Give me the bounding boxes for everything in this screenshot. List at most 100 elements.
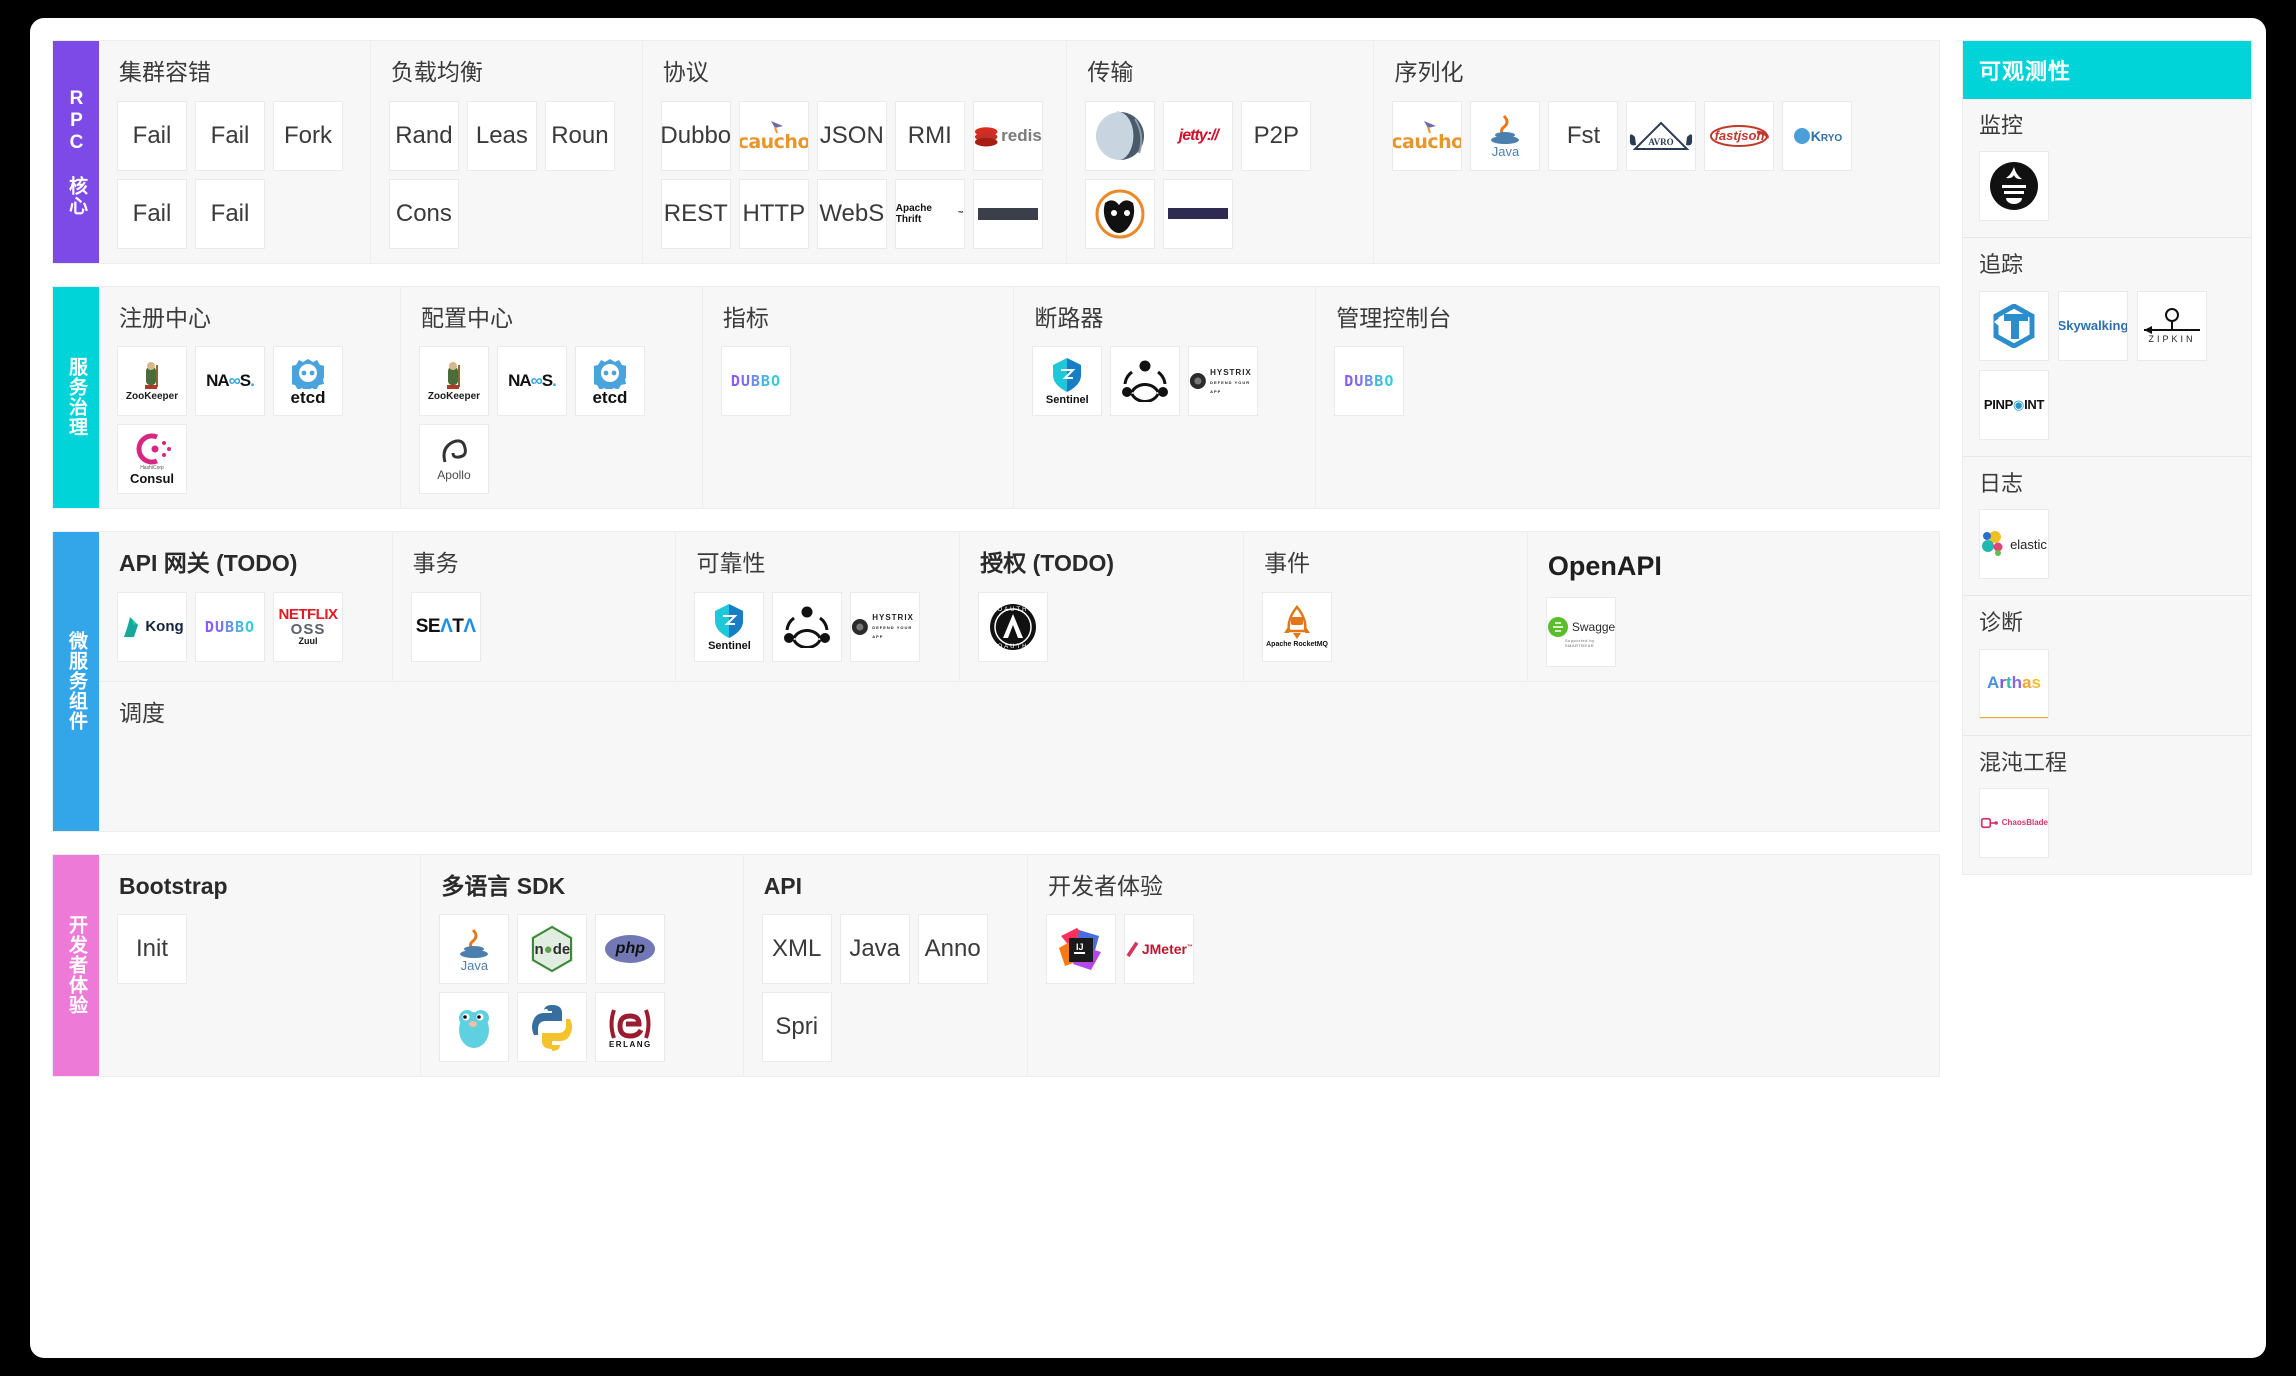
pinpoint-tracing-tile[interactable]: PINP◉INT (1979, 370, 2049, 440)
etcd-registry-tile[interactable]: etcd (273, 346, 343, 416)
apollo-config-tile[interactable]: Apollo (419, 424, 489, 494)
failsafe-tile[interactable]: Fail (117, 179, 187, 249)
jetty-transport-tile[interactable]: jetty:// (1163, 101, 1233, 171)
column-title: 事件 (1264, 550, 1509, 578)
column-title: Bootstrap (119, 873, 402, 901)
jmeter-devexp-tile[interactable]: JMeter™ (1124, 914, 1194, 984)
nacos-registry-tile[interactable]: NA∞S. (195, 346, 265, 416)
websocket-protocol-tile[interactable]: WebS (817, 179, 887, 249)
tile-grid: Sentinel HYSTRIXDEFEND YOUR APP (694, 592, 941, 662)
go-sdk-tile[interactable] (439, 992, 509, 1062)
annotation-api-tile[interactable]: Anno (918, 914, 988, 984)
fastjson-serialization-tile[interactable]: fastjson (1704, 101, 1774, 171)
avro-serialization-tile[interactable]: AVRO (1626, 101, 1696, 171)
python-sdk-tile[interactable] (517, 992, 587, 1062)
failover-tile[interactable]: Fail (117, 101, 187, 171)
elastic-logging-tile[interactable]: elastic (1979, 509, 2049, 579)
tile-label: Dubbo (661, 124, 731, 148)
xml-api-tile[interactable]: XML (762, 914, 832, 984)
grizzly-transport-tile[interactable] (1163, 179, 1233, 249)
column-title: 可靠性 (696, 550, 941, 578)
subrow-调度: 调度 (99, 681, 1939, 831)
springboot-api-tile[interactable]: Spri (762, 992, 832, 1062)
column-API 网关 (TODO): API 网关 (TODO)KongDUBBONETFLIXOSSZuul (99, 532, 392, 680)
dubbo-metrics-tile[interactable]: DUBBO (721, 346, 791, 416)
resilience4j-circuitbreaker-tile[interactable] (1110, 346, 1180, 416)
init-bootstrap-tile[interactable]: Init (117, 914, 187, 984)
tile-label: Spri (775, 1015, 818, 1039)
redis-protocol-tile[interactable]: redis (973, 101, 1043, 171)
zookeeper-config-tile[interactable]: ZooKeeper (419, 346, 489, 416)
column-title: 协议 (663, 59, 1049, 87)
chaosblade-chaos-tile[interactable]: ChaosBlade (1979, 788, 2049, 858)
svg-text:AVRO: AVRO (1649, 137, 1674, 147)
skywalking-tracing-tile[interactable]: Skywalking (2058, 291, 2128, 361)
tile-grid: ZooKeeperNA∞S.etcd HashiCorpConsul (117, 346, 382, 494)
roundrobin-lb-tile[interactable]: Roun (545, 101, 615, 171)
resilience4j-reliability-tile[interactable] (772, 592, 842, 662)
thrift-protocol-tile[interactable]: Apache Thrift™ (895, 179, 965, 249)
tile-label: Java (849, 937, 900, 961)
consul-registry-tile[interactable]: HashiCorpConsul (117, 424, 187, 494)
tile-label: RMI (908, 124, 952, 148)
failfast-tile[interactable]: Fail (195, 101, 265, 171)
javaapi-tile[interactable]: Java (840, 914, 910, 984)
avro-protocol-tile[interactable] (973, 179, 1043, 249)
leastactive-lb-tile[interactable]: Leas (467, 101, 537, 171)
intellij-devexp-tile[interactable]: IJ (1046, 914, 1116, 984)
band-microservice-components: 微服务组件API 网关 (TODO)KongDUBBONETFLIXOSSZuu… (52, 531, 1940, 831)
sentinel-reliability-tile[interactable]: Sentinel (694, 592, 764, 662)
seata-transaction-tile[interactable]: SEΛTΛ (411, 592, 481, 662)
netty-transport-tile[interactable] (1085, 101, 1155, 171)
http-protocol-tile[interactable]: HTTP (739, 179, 809, 249)
band-label-developer-experience: 开发者体验 (53, 855, 99, 1077)
column-title: 断路器 (1034, 305, 1297, 333)
swagger-openapi-tile[interactable]: Swagger.Supported by SMARTBEAR (1546, 597, 1616, 667)
erlang-sdk-tile[interactable]: ERLANG (595, 992, 665, 1062)
forking-tile[interactable]: Fork (273, 101, 343, 171)
svg-text:OAUTH: OAUTH (998, 607, 1029, 613)
tile-grid: Arthas (1979, 649, 2235, 719)
dubbo-protocol-tile[interactable]: Dubbo (661, 101, 731, 171)
oauth-authorization-tile[interactable]: OAUTHOAUTH (978, 592, 1048, 662)
rocketmq-event-tile[interactable]: Apache RocketMQ (1262, 592, 1332, 662)
php-sdk-tile[interactable]: php (595, 914, 665, 984)
column-授权 (TODO): 授权 (TODO)OAUTHOAUTH (959, 532, 1243, 680)
column-负载均衡: 负载均衡RandLeasRounCons (370, 41, 642, 263)
column-title: 传输 (1087, 59, 1355, 87)
kryo-serialization-tile[interactable]: Kryo (1782, 101, 1852, 171)
zuul-gateway-tile[interactable]: NETFLIXOSSZuul (273, 592, 343, 662)
arthas-diagnostics-tile[interactable]: Arthas (1979, 649, 2049, 719)
failback-tile[interactable]: Fail (195, 179, 265, 249)
sentinel-circuitbreaker-tile[interactable]: Sentinel (1032, 346, 1102, 416)
zipkin-tracing-tile[interactable]: ZIPKIN (2137, 291, 2207, 361)
main-bands: RPC 核心集群容错FailFailForkFailFail负载均衡RandLe… (52, 40, 1940, 1099)
java-sdk-tile[interactable]: Java (439, 914, 509, 984)
rest-protocol-tile[interactable]: REST (661, 179, 731, 249)
sidebar-section-诊断: 诊断Arthas (1963, 596, 2251, 735)
tile-label: HTTP (742, 202, 805, 226)
dubbo-admin-tile[interactable]: DUBBO (1334, 346, 1404, 416)
hystrix-circuitbreaker-tile[interactable]: HYSTRIXDEFEND YOUR APP (1188, 346, 1258, 416)
prometheus-monitoring-tile[interactable] (1979, 151, 2049, 221)
band-rpc-core: RPC 核心集群容错FailFailForkFailFail负载均衡RandLe… (52, 40, 1940, 264)
etcd-config-tile[interactable]: etcd (575, 346, 645, 416)
nodejs-sdk-tile[interactable]: n●de (517, 914, 587, 984)
p2p-transport-tile[interactable]: P2P (1241, 101, 1311, 171)
zookeeper-registry-tile[interactable]: ZooKeeper (117, 346, 187, 416)
hystrix-reliability-tile[interactable]: HYSTRIXDEFEND YOUR APP (850, 592, 920, 662)
mina-transport-tile[interactable] (1085, 179, 1155, 249)
kong-gateway-tile[interactable]: Kong (117, 592, 187, 662)
java-serialization-tile[interactable]: Java (1470, 101, 1540, 171)
random-lb-tile[interactable]: Rand (389, 101, 459, 171)
json-protocol-tile[interactable]: JSON (817, 101, 887, 171)
fst-serialization-tile[interactable]: Fst (1548, 101, 1618, 171)
nacos-config-tile[interactable]: NA∞S. (497, 346, 567, 416)
consistenthash-lb-tile[interactable]: Cons (389, 179, 459, 249)
dubbo-gateway-tile[interactable]: DUBBO (195, 592, 265, 662)
rmi-protocol-tile[interactable]: RMI (895, 101, 965, 171)
hessian-protocol-tile[interactable]: caucho (739, 101, 809, 171)
hessian2-serialization-tile[interactable]: caucho (1392, 101, 1462, 171)
opentracing-tracing-tile[interactable] (1979, 291, 2049, 361)
band-label-service-governance: 服务治理 (53, 287, 99, 509)
